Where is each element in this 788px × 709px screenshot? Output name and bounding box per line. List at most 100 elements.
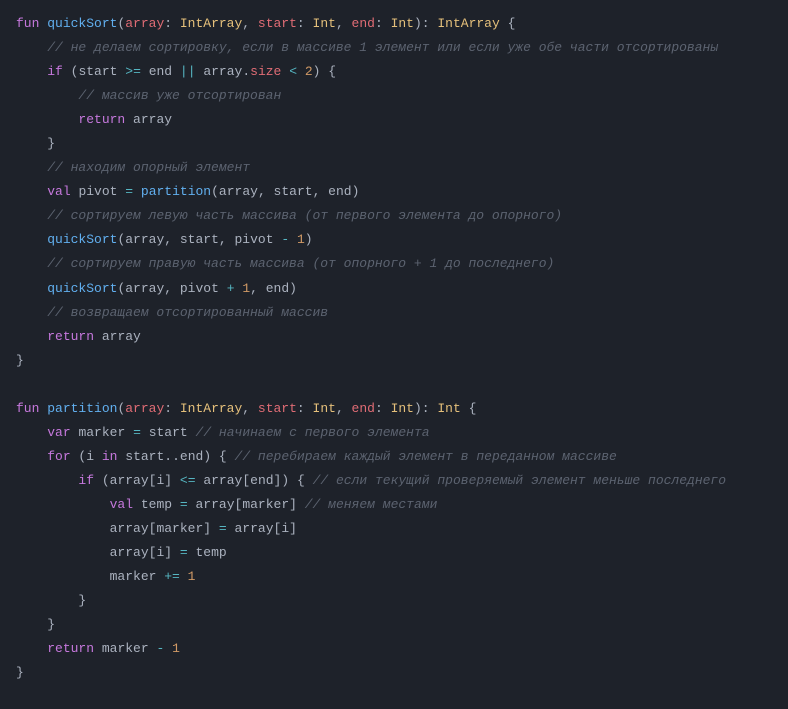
identifier: array <box>203 473 242 488</box>
code-line: return marker - 1 <box>16 641 180 656</box>
comment: // сортируем левую часть массива (от пер… <box>47 208 562 223</box>
identifier: array <box>133 112 172 127</box>
code-line: array[marker] = array[i] <box>16 521 297 536</box>
identifier: array <box>125 281 164 296</box>
code-line: // сортируем левую часть массива (от пер… <box>16 208 562 223</box>
operator: < <box>289 64 297 79</box>
function-call: quickSort <box>47 232 117 247</box>
keyword-return: return <box>78 112 125 127</box>
identifier: temp <box>141 497 172 512</box>
code-line <box>16 377 24 392</box>
operator: <= <box>180 473 196 488</box>
code-line: var marker = start // начинаем с первого… <box>16 425 430 440</box>
code-line: } <box>16 617 55 632</box>
comment: // начинаем с первого элемента <box>196 425 430 440</box>
identifier: array <box>125 232 164 247</box>
type: Int <box>313 16 336 31</box>
keyword-if: if <box>47 64 63 79</box>
number: 2 <box>305 64 313 79</box>
code-line: return array <box>16 329 141 344</box>
param: end <box>352 401 375 416</box>
comment: // если текущий проверяемый элемент мень… <box>313 473 726 488</box>
code-line: for (i in start..end) { // перебираем ка… <box>16 449 617 464</box>
code-line: // находим опорный элемент <box>16 160 250 175</box>
operator: = <box>180 545 188 560</box>
identifier: end <box>328 184 351 199</box>
code-line: if (start >= end || array.size < 2) { <box>16 64 336 79</box>
comment: // перебираем каждый элемент в переданно… <box>235 449 617 464</box>
return-type: IntArray <box>437 16 499 31</box>
operator: = <box>219 521 227 536</box>
return-type: Int <box>437 401 460 416</box>
keyword-val: val <box>47 184 70 199</box>
comment: // массив уже отсортирован <box>78 88 281 103</box>
identifier: array <box>110 545 149 560</box>
function-call: partition <box>141 184 211 199</box>
identifier: start <box>274 184 313 199</box>
keyword-for: for <box>47 449 70 464</box>
number: 1 <box>188 569 196 584</box>
identifier: array <box>110 521 149 536</box>
identifier: i <box>156 473 164 488</box>
code-line: marker += 1 <box>16 569 195 584</box>
operator: >= <box>125 64 141 79</box>
code-line: // сортируем правую часть массива (от оп… <box>16 256 554 271</box>
param: start <box>258 401 297 416</box>
code-line: } <box>16 136 55 151</box>
identifier: start <box>125 449 164 464</box>
number: 1 <box>242 281 250 296</box>
keyword-var: var <box>47 425 70 440</box>
identifier: pivot <box>180 281 219 296</box>
code-block: fun quickSort(array: IntArray, start: In… <box>16 12 740 685</box>
operator: = <box>133 425 141 440</box>
identifier: temp <box>196 545 227 560</box>
type: Int <box>391 16 414 31</box>
type: Int <box>391 401 414 416</box>
identifier: array <box>102 329 141 344</box>
identifier: marker <box>102 641 149 656</box>
param: start <box>258 16 297 31</box>
identifier: marker <box>110 569 157 584</box>
identifier: end <box>180 449 203 464</box>
comment: // сортируем правую часть массива (от оп… <box>47 256 554 271</box>
param: end <box>352 16 375 31</box>
identifier: pivot <box>235 232 274 247</box>
operator: || <box>180 64 196 79</box>
number: 1 <box>172 641 180 656</box>
keyword-return: return <box>47 641 94 656</box>
keyword-return: return <box>47 329 94 344</box>
function-name: partition <box>47 401 117 416</box>
property: size <box>250 64 281 79</box>
comment: // возвращаем отсортированный массив <box>47 305 328 320</box>
code-line: return array <box>16 112 172 127</box>
comment: // находим опорный элемент <box>47 160 250 175</box>
code-line: quickSort(array, pivot + 1, end) <box>16 281 297 296</box>
code-line: // не делаем сортировку, если в массиве … <box>16 40 718 55</box>
identifier: marker <box>242 497 289 512</box>
code-line: val temp = array[marker] // меняем места… <box>16 497 437 512</box>
function-name: quickSort <box>47 16 117 31</box>
keyword-fun: fun <box>16 16 39 31</box>
keyword-fun: fun <box>16 401 39 416</box>
code-line: } <box>16 353 24 368</box>
keyword-val: val <box>110 497 133 512</box>
param: array <box>125 401 164 416</box>
keyword-if: if <box>78 473 94 488</box>
code-line: // возвращаем отсортированный массив <box>16 305 328 320</box>
comment: // не делаем сортировку, если в массиве … <box>47 40 718 55</box>
code-line: } <box>16 593 86 608</box>
operator: += <box>164 569 180 584</box>
identifier: marker <box>78 425 125 440</box>
code-line: fun partition(array: IntArray, start: In… <box>16 401 476 416</box>
operator: - <box>281 232 289 247</box>
identifier: array <box>203 64 242 79</box>
identifier: end <box>149 64 172 79</box>
operator: - <box>156 641 164 656</box>
code-line: } <box>16 665 24 680</box>
identifier: pivot <box>78 184 117 199</box>
identifier: end <box>250 473 273 488</box>
identifier: start <box>149 425 188 440</box>
operator: = <box>125 184 133 199</box>
param: array <box>125 16 164 31</box>
code-line: // массив уже отсортирован <box>16 88 281 103</box>
